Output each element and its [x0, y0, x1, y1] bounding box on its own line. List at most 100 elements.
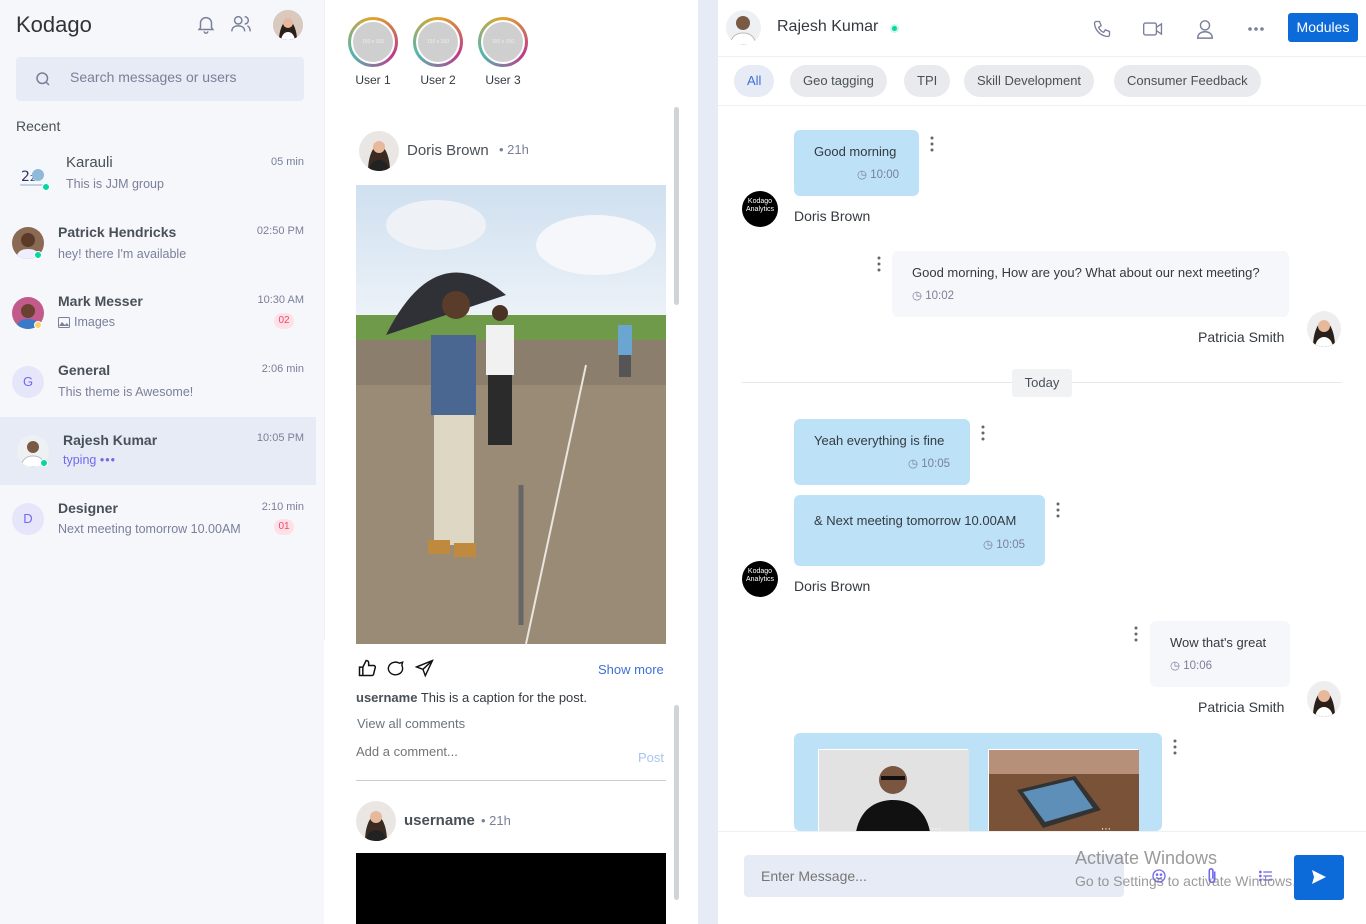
svg-text:⋯: ⋯	[1101, 824, 1111, 831]
share-icon[interactable]	[415, 659, 434, 678]
message-bubble[interactable]: Yeah everything is fine ◷ 10:05	[794, 419, 970, 485]
more-horizontal-icon[interactable]	[1247, 26, 1265, 32]
post-comment-button[interactable]: Post	[638, 750, 664, 765]
message-time: ◷ 10:05	[982, 539, 1025, 551]
chat-item-mark-messer[interactable]: Mark Messer Images 10:30 AM 02	[0, 279, 316, 347]
tab-tpi[interactable]: TPI	[904, 65, 951, 97]
post-video[interactable]	[356, 853, 666, 924]
chat-preview: Next meeting tomorrow 10.00AM	[58, 522, 241, 536]
contact-avatar[interactable]	[726, 10, 761, 45]
search-box[interactable]	[16, 57, 304, 101]
phone-icon[interactable]	[1092, 19, 1112, 39]
message-bubble[interactable]: Good morning ◷ 10:00	[794, 130, 919, 196]
modules-button[interactable]: Modules	[1288, 13, 1358, 42]
story-user-1[interactable]: 150 x 150	[348, 17, 398, 67]
story-placeholder: 150 x 150	[351, 20, 395, 64]
show-more-link[interactable]: Show more	[598, 662, 664, 677]
tab-all[interactable]: All	[734, 65, 775, 97]
chat-item-karauli[interactable]: 2₂ Karauli This is JJM group 05 min	[0, 145, 316, 213]
message-text: Yeah everything is fine	[814, 433, 945, 448]
online-indicator	[40, 459, 48, 467]
like-icon[interactable]	[357, 658, 377, 678]
sender-name: Doris Brown	[794, 208, 871, 224]
post-age: • 21h	[481, 813, 511, 828]
sender-name: Patricia Smith	[1198, 329, 1285, 345]
sender-name: Patricia Smith	[1198, 699, 1285, 715]
chat-name: Karauli	[66, 154, 113, 171]
chat-item-designer[interactable]: D Designer Next meeting tomorrow 10.00AM…	[0, 486, 316, 554]
header-border	[718, 56, 1366, 57]
message-options-icon[interactable]	[1134, 626, 1138, 642]
chat-name: Mark Messer	[58, 293, 143, 309]
brand-logo: Kodago	[16, 12, 92, 37]
clock-icon: ◷	[907, 458, 919, 470]
message-bubble[interactable]: Good morning, How are you? What about ou…	[892, 251, 1289, 317]
unread-badge: 02	[274, 313, 294, 329]
story-label: User 3	[485, 73, 521, 87]
message-bubble[interactable]: Wow that's great ◷ 10:06	[1150, 621, 1290, 687]
contact-name[interactable]: Rajesh Kumar	[777, 18, 878, 36]
typing-indicator: typing •••	[63, 453, 116, 467]
story-label: User 2	[420, 73, 456, 87]
comment-icon[interactable]	[386, 659, 405, 678]
post-author-name[interactable]: username	[404, 812, 475, 829]
recent-label: Recent	[16, 118, 61, 134]
post-author-name[interactable]: Doris Brown	[407, 142, 489, 159]
tab-skill-development[interactable]: Skill Development	[964, 65, 1095, 97]
message-options-icon[interactable]	[877, 256, 881, 272]
avatar	[1307, 681, 1341, 717]
story-user-2[interactable]: 150 x 150	[413, 17, 463, 67]
panel-divider	[698, 0, 718, 924]
attached-image[interactable]: ⋯	[818, 749, 969, 831]
message-bubble[interactable]: & Next meeting tomorrow 10.00AM ◷ 10:05	[794, 495, 1045, 566]
post-image[interactable]	[356, 185, 666, 644]
chat-item-rajesh-kumar[interactable]: Rajesh Kumar typing ••• 10:05 PM	[0, 417, 316, 485]
chat-preview: This is JJM group	[66, 177, 164, 191]
message-input[interactable]	[744, 855, 1124, 897]
message-time: ◷ 10:06	[1170, 660, 1213, 672]
chat-preview: hey! there I'm available	[58, 247, 187, 261]
message-text: & Next meeting tomorrow 10.00AM	[814, 513, 1017, 528]
chat-name: Rajesh Kumar	[63, 432, 158, 448]
message-options-icon[interactable]	[1173, 739, 1177, 755]
date-divider: Today	[1012, 369, 1072, 397]
post-divider	[356, 780, 666, 781]
chat-time: 2:10 min	[261, 501, 304, 513]
sidebar: Kodago Recent 2₂ Karauli This is JJM gro…	[0, 0, 324, 924]
sender-name: Doris Brown	[794, 578, 871, 594]
image-message-bubble[interactable]: ⋯ ⋯	[794, 733, 1162, 831]
chat-preview: This theme is Awesome!	[58, 385, 194, 399]
message-text: Good morning, How are you? What about ou…	[912, 265, 1260, 280]
chat-time: 05 min	[270, 156, 304, 168]
tab-geo-tagging[interactable]: Geo tagging	[790, 65, 887, 97]
message-time: ◷ 10:00	[856, 169, 899, 181]
scrollbar[interactable]	[674, 107, 679, 305]
message-time: ◷ 10:05	[907, 458, 950, 470]
user-icon[interactable]	[1195, 18, 1215, 40]
view-comments-link[interactable]: View all comments	[357, 716, 465, 731]
scrollbar[interactable]	[674, 705, 679, 900]
profile-avatar[interactable]	[273, 10, 303, 40]
online-indicator	[890, 24, 899, 33]
bell-icon[interactable]	[195, 13, 217, 35]
search-input[interactable]	[70, 69, 290, 85]
message-text: Good morning	[814, 144, 897, 159]
message-options-icon[interactable]	[930, 136, 934, 152]
chat-item-general[interactable]: G General This theme is Awesome! 2:06 mi…	[0, 348, 316, 416]
away-indicator	[34, 321, 42, 329]
comment-input[interactable]	[356, 744, 606, 759]
tab-consumer-feedback[interactable]: Consumer Feedback	[1114, 65, 1261, 97]
attached-image[interactable]: ⋯	[988, 749, 1139, 831]
video-icon[interactable]	[1142, 19, 1164, 39]
clock-icon: ◷	[982, 539, 994, 551]
message-options-icon[interactable]	[1056, 502, 1060, 518]
post-author-avatar[interactable]	[359, 131, 399, 171]
users-icon[interactable]	[230, 13, 252, 35]
send-button[interactable]	[1294, 855, 1344, 900]
clock-icon: ◷	[856, 169, 868, 181]
chat-item-patrick-hendricks[interactable]: Patrick Hendricks hey! there I'm availab…	[0, 210, 316, 278]
chat-time: 02:50 PM	[256, 225, 304, 237]
post-author-avatar[interactable]	[356, 801, 396, 841]
message-options-icon[interactable]	[981, 425, 985, 441]
story-user-3[interactable]: 150 x 150	[478, 17, 528, 67]
